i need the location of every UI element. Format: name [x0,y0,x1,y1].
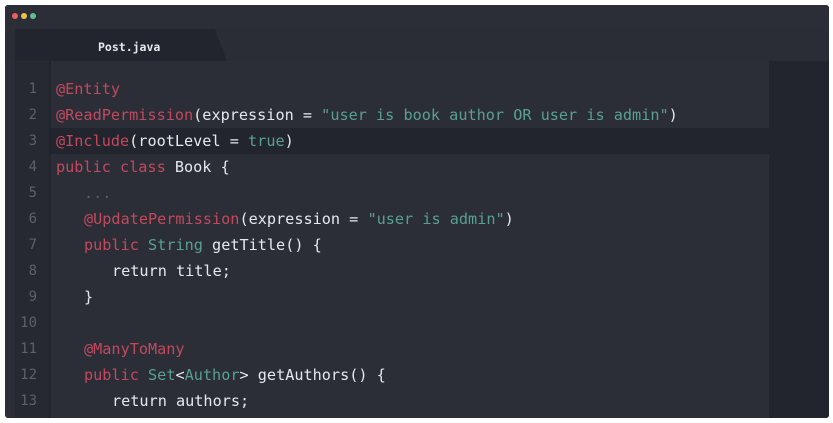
code-token: "user is book author OR user is admin" [321,106,669,124]
tab-strip: Post.java [5,29,829,61]
line-code: public class Book { [56,154,230,180]
code-token: @ManyToMany [84,340,185,358]
maximize-icon[interactable] [30,13,36,19]
code-token: ) [504,210,514,228]
line-number: 7 [28,237,37,253]
code-line[interactable]: 2 @ReadPermission(expression = "user is b… [15,102,769,128]
line-code: public Set<Author> getAuthors() { [84,362,386,388]
line-code: ... [84,180,111,206]
code-line[interactable]: 12 public Set<Author> getAuthors() { [15,362,769,388]
line-number: 4 [28,159,37,175]
code-token: } [84,288,94,306]
tab-post-java[interactable]: Post.java [15,29,227,61]
code-line[interactable]: 6 @UpdatePermission(expression = "user is… [15,206,769,232]
code-token: ) [284,132,294,150]
line-number: 6 [28,211,37,227]
line-number: 11 [20,341,37,357]
close-icon[interactable] [12,13,18,19]
code-token: > getAuthors() { [239,366,386,384]
line-code: @UpdatePermission(expression = "user is … [84,206,514,232]
line-code: public String getTitle() { [84,232,322,258]
line-number: 10 [20,315,37,331]
line-code: @Include(rootLevel = true) [56,128,294,154]
code-token: getTitle() { [202,236,322,254]
code-token: return title; [112,262,231,280]
code-token: ) [668,106,678,124]
code-line[interactable]: 3 @Include(rootLevel = true) [15,128,769,154]
line-code: return authors; [112,388,249,414]
line-number: 8 [28,263,37,279]
line-code: @ManyToMany [84,336,185,362]
code-token: true [248,132,285,150]
code-token: Author [184,366,240,384]
code-token: (expression = [193,106,322,124]
code-line[interactable]: 7 public String getTitle() { [15,232,769,258]
title-bar [5,5,829,25]
code-editor[interactable]: 1 @Entity 2 @ReadPermission(expression = "u… [15,61,829,418]
code-token: @Entity [56,80,121,98]
code-token: public [84,366,139,384]
code-line[interactable]: 13 return authors; [15,388,769,414]
code-token: @Include [56,132,130,150]
code-token: Book { [165,158,230,176]
code-token: (rootLevel = [129,132,249,150]
code-token: "user is admin" [367,210,505,228]
code-token: ... [84,184,112,202]
line-number: 1 [28,81,37,97]
line-code: @Entity [56,76,120,102]
minimize-icon[interactable] [21,13,27,19]
line-number: 3 [28,133,37,149]
line-code: } [84,284,93,310]
tab-label: Post.java [98,40,161,54]
line-code: @ReadPermission(expression = "user is bo… [56,102,678,128]
code-line[interactable]: 9} [15,284,769,310]
line-number: 9 [28,289,37,305]
code-token: @ReadPermission [56,106,194,124]
code-line[interactable]: 5... [15,180,769,206]
line-number: 13 [20,393,37,409]
code-line[interactable]: 8 return title; [15,258,769,284]
code-token: return authors; [112,392,250,410]
code-line[interactable]: 11 @ManyToMany [15,336,769,362]
code-line[interactable]: 4 public class Book { [15,154,769,180]
code-token: String [148,236,203,254]
editor-window: Post.java 1 @Entity 2 @ReadPermission(expre… [5,5,829,418]
code-line[interactable]: 10 [15,310,769,336]
code-token: public class [56,158,166,176]
line-code: return title; [112,258,231,284]
code-token: @UpdatePermission [84,210,240,228]
code-line[interactable]: 1 @Entity [15,76,769,102]
code-token: Set [148,366,176,384]
code-token: public [84,236,139,254]
line-number: 12 [20,367,37,383]
code-token: < [175,366,185,384]
line-number: 2 [28,107,37,123]
code-token: (expression = [239,210,368,228]
line-number: 5 [28,185,37,201]
